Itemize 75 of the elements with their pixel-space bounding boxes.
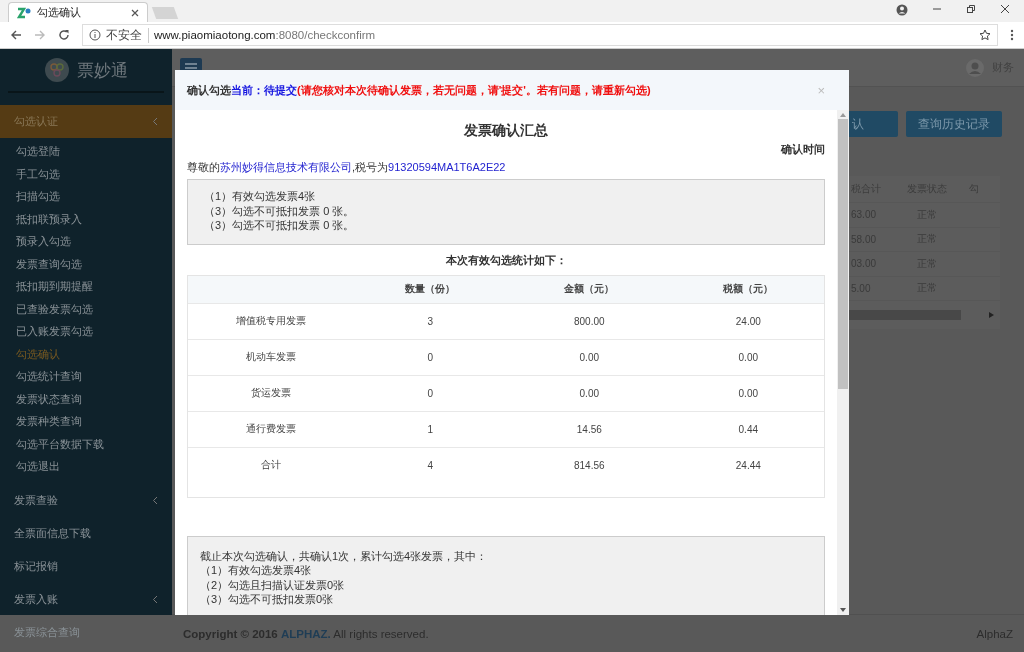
column-header: 数量（份） [404,282,457,296]
summary-line: （3）勾选不可抵扣发票 0 张。 [204,218,356,233]
stats-title: 本次有效勾选统计如下： [444,252,568,268]
table-cell-text: 0.44 [737,423,759,435]
submenu-item[interactable]: 预录入勾选 [0,230,172,253]
table-cell-text: 814.56 [573,459,606,471]
table-cell-text: 14.56 [575,423,603,435]
submenu-item[interactable]: 抵扣期到期提醒 [0,275,172,298]
submenu-item[interactable]: 手工勾选 [0,162,172,185]
avatar-icon [966,58,984,77]
browser-tab[interactable]: 勾选确认 [8,2,148,22]
menu-item[interactable]: 标记报销 [0,549,172,583]
submenu-item[interactable]: 勾选退出 [0,455,172,478]
close-icon[interactable] [1000,4,1010,14]
dialog-heading: 确认勾选当前：待提交(请您核对本次待确认发票，若无问题，请'提交'。若有问题，请重新勾选) [187,82,651,98]
table-cell-text: 24.00 [734,315,762,327]
chevron-icon [152,495,158,505]
submenu-item[interactable]: 勾选平台数据下载 [0,432,172,455]
logo-icon [17,6,31,19]
close-icon[interactable] [131,8,139,17]
scroll-down-icon[interactable] [840,608,846,612]
profile-icon[interactable] [896,4,908,16]
submenu-item[interactable]: 发票状态查询 [0,387,172,410]
scroll-right-icon[interactable] [989,312,994,318]
table-cell-text: 0 [426,351,435,363]
row-header: 通行费发票 [245,422,298,436]
chevron-icon [152,117,158,126]
row-header: 增值税专用发票 [235,314,308,328]
summary-line: （1）有效勾选发票4张 [204,189,317,204]
submenu-item[interactable]: 已查验发票勾选 [0,297,172,320]
cumulative-line: （3）勾选不可抵扣发票0张 [200,592,335,607]
restore-icon[interactable] [966,4,976,14]
brand-name: 票妙通 [76,59,128,82]
submenu-item[interactable]: 抵扣联预录入 [0,207,172,230]
menu-group[interactable]: 发票入账 [0,582,172,616]
star-icon[interactable] [979,29,991,41]
column-header: 税额（元） [722,282,775,296]
menu-icon[interactable] [1010,29,1014,41]
scrollbar[interactable] [837,110,849,615]
chevron-icon [152,594,158,604]
menu-group[interactable]: 发票查验 [0,483,172,517]
confirm-time-label: 确认时间 [781,143,825,155]
menu-item[interactable]: 全票面信息下载 [0,516,172,550]
submenu-item[interactable]: 勾选统计查询 [0,365,172,388]
action-button[interactable]: 查询历史记录 [906,111,1002,137]
greeting-text: 尊敬的苏州妙得信息技术有限公司,税号为91320594MA1T6A2E22 [187,160,507,175]
row-header: 货运发票 [250,386,293,400]
reload-icon[interactable] [58,29,70,41]
cumulative-line: 截止本次勾选确认，共确认1次，累计勾选4张发票，其中： [200,548,489,563]
column-header: 金额（元） [563,282,616,296]
table-cell-text: 0.00 [737,351,759,363]
submenu-item[interactable]: 已入账发票勾选 [0,320,172,343]
table-cell-text: 800.00 [573,315,606,327]
table-cell-text: 3 [426,315,435,327]
table-cell-text: 4 [426,459,435,471]
table-cell-text: 0.00 [578,351,600,363]
submenu-item[interactable]: 勾选登陆 [0,140,172,163]
address-field[interactable]: 不安全 www.piaomiaotong.com:8080/checkconfirm [82,24,998,46]
table-cell-text: 24.44 [734,459,762,471]
table-cell-text: 0 [426,387,435,399]
table-cell-text: 0.00 [578,387,600,399]
table-cell-text: 1 [426,423,435,435]
dialog-title: 发票确认汇总 [463,122,549,140]
submenu-item[interactable]: 扫描勾选 [0,185,172,208]
info-icon [89,29,101,41]
back-icon[interactable] [10,29,22,41]
table-cell-text: 0.00 [737,387,759,399]
submenu-item[interactable]: 发票种类查询 [0,410,172,433]
cumulative-line: （1）有效勾选发票4张 [200,563,313,578]
row-header: 机动车发票 [245,350,298,364]
summary-line: （3）勾选不可抵扣发票 0 张。 [204,203,356,218]
submenu-item[interactable]: 发票查询勾选 [0,252,172,275]
logo-icon [44,58,69,82]
cumulative-line: （2）勾选且扫描认证发票0张 [200,577,346,592]
row-header: 合计 [260,458,283,472]
